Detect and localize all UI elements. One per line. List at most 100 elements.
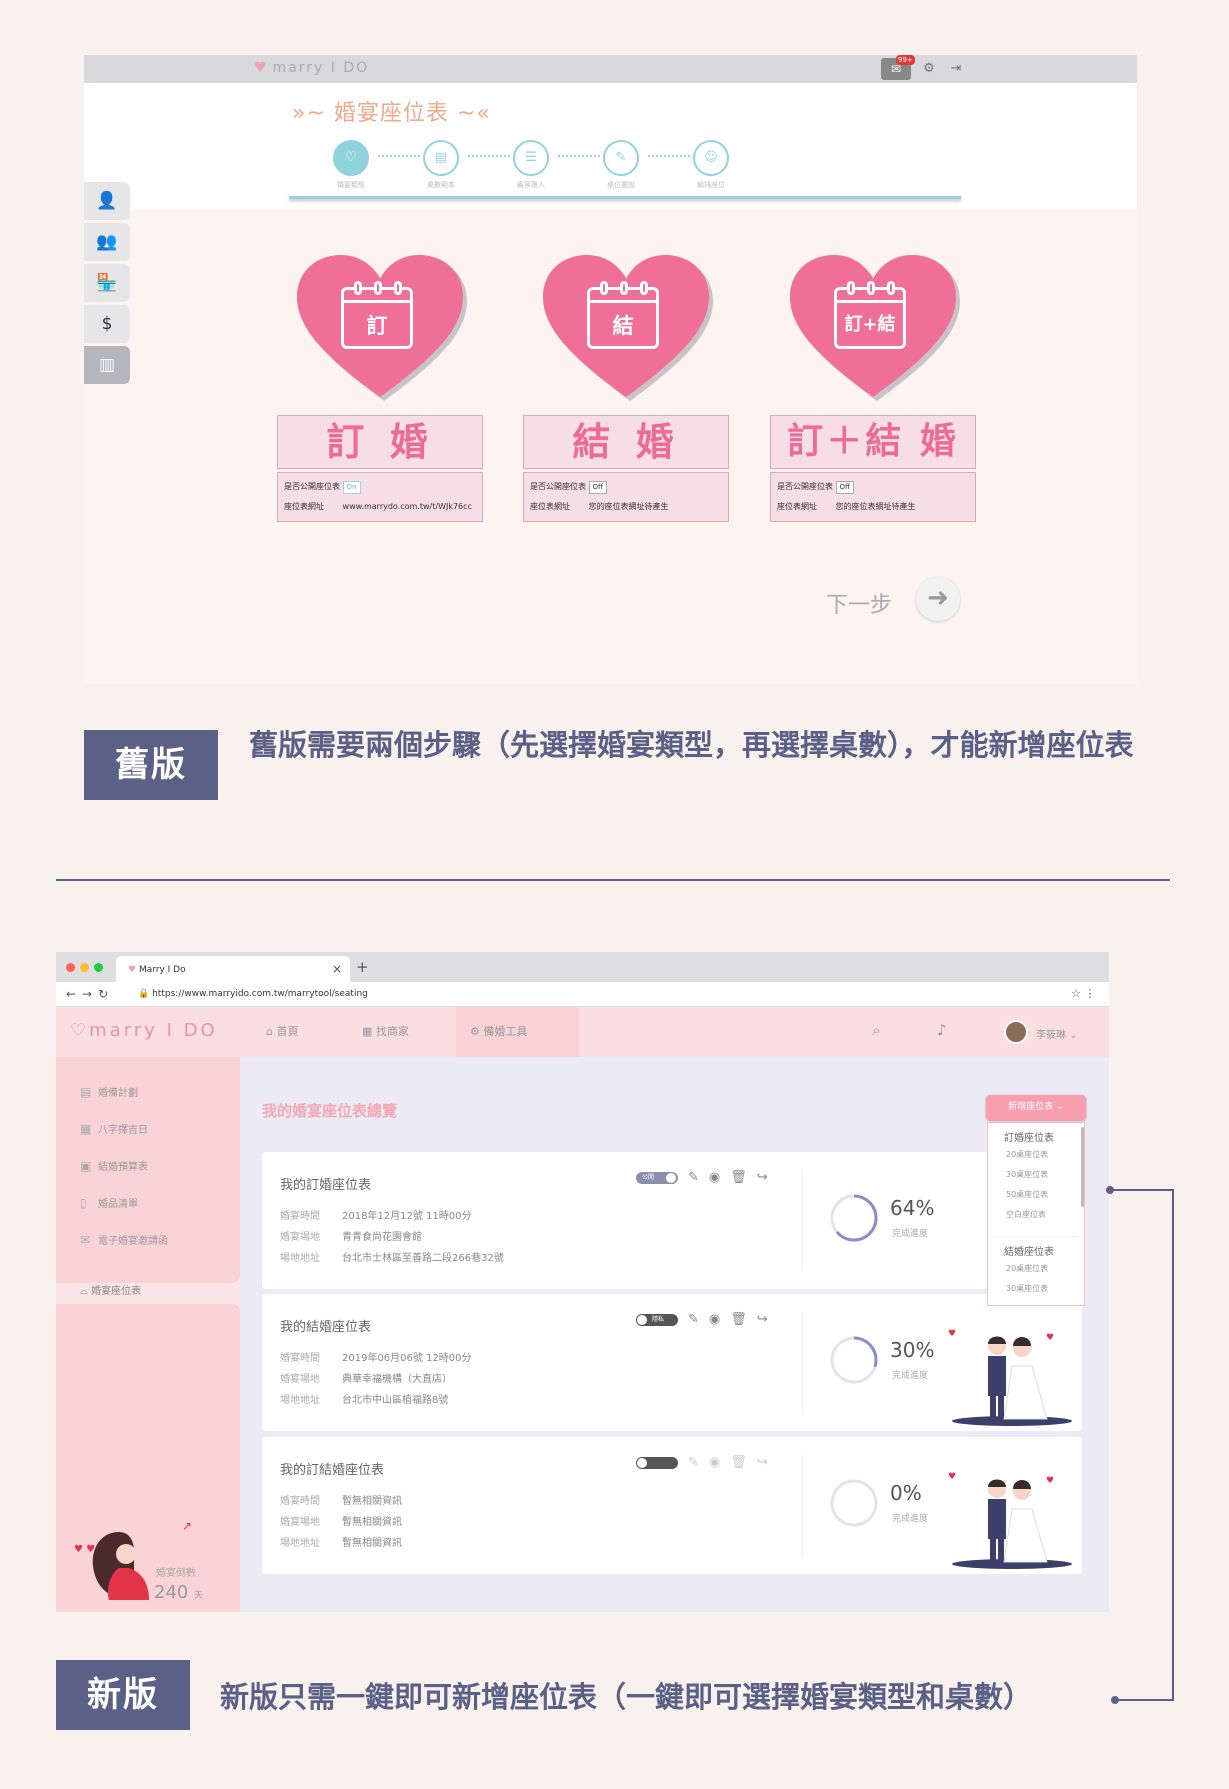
privacy-toggle[interactable] — [636, 1457, 678, 1469]
seating-card[interactable]: 我的結婚座位表 隱私 ✎◉🗑↪ 婚宴時間 2019年06月06號 12時00分 婚… — [262, 1294, 1082, 1431]
sidebar-item-seating[interactable]: ⌓ 婚宴座位表 — [80, 1282, 141, 1297]
public-toggle[interactable]: Off — [588, 481, 607, 494]
public-toggle[interactable]: Off — [835, 481, 854, 494]
logout-icon[interactable]: ⇥ — [946, 59, 966, 79]
card-title: 我的訂結婚座位表 — [280, 1463, 385, 1478]
users-icon[interactable]: 👥 — [84, 223, 130, 261]
heart-icon: ♥ — [128, 965, 137, 975]
chair-icon: ⌓ — [80, 1286, 88, 1297]
money-bag-icon[interactable]: $ — [84, 305, 130, 343]
card-time-row: 婚宴時間 暫無相關資訊 — [280, 1496, 402, 1507]
dropdown-item[interactable]: 50桌座位表 — [988, 1185, 1084, 1205]
svg-text:♥: ♥ — [1046, 1333, 1054, 1343]
add-seating-button[interactable]: 新增座位表 ⌄ — [986, 1095, 1086, 1120]
step-4-icon[interactable]: ✎ — [603, 140, 639, 176]
clipboard-icon[interactable]: ▥ — [84, 346, 130, 384]
wedding-heart-button[interactable]: 結 — [537, 251, 715, 401]
search-icon[interactable]: ⌕ — [872, 1021, 880, 1039]
card-actions[interactable]: ✎◉🗑↪ — [688, 1455, 778, 1470]
card-venue-row: 婚宴場地 青青食尚花園會館 — [280, 1232, 422, 1243]
chevron-down-icon: ⌄ — [1069, 1030, 1078, 1041]
bell-icon[interactable]: ♪ — [937, 1021, 947, 1039]
share-icon[interactable]: ↪ — [757, 1455, 778, 1470]
seating-url[interactable]: www.marrydo.com.tw/t/WJk76cc — [343, 497, 472, 517]
edit-icon[interactable]: ✎ — [688, 1170, 709, 1185]
shop-icon[interactable]: 🏪 — [84, 264, 130, 302]
nav-home[interactable]: ⌂ 首頁 — [252, 1007, 312, 1057]
arrow-right-icon[interactable]: ➜ — [916, 577, 960, 621]
nav-vendor[interactable]: ▦ 找商家 — [348, 1007, 423, 1057]
sidebar-item-date[interactable]: ▦ 八字擇吉日 — [80, 1119, 148, 1139]
dropdown-item[interactable]: 20桌座位表 — [988, 1145, 1084, 1165]
envelope-icon: ✉ — [80, 1233, 91, 1247]
eye-icon[interactable]: ◉ — [709, 1455, 730, 1470]
gear-icon[interactable]: ⚙ — [919, 59, 939, 79]
old-logo[interactable]: ♥ marry I DO — [254, 60, 369, 76]
card-actions[interactable]: ✎◉🗑↪ — [688, 1312, 778, 1327]
sidebar-item-budget[interactable]: ▣ 結婚預算表 — [80, 1156, 148, 1176]
seating-url: 您的座位表網址待產生 — [588, 502, 669, 511]
calendar-icon: 結 — [587, 281, 659, 349]
trash-icon[interactable]: 🗑 — [730, 1170, 757, 1185]
card-actions[interactable]: ✎◉🗑↪ — [688, 1170, 778, 1185]
countdown-label: 婚宴倒數 — [156, 1568, 196, 1579]
browser-tab[interactable]: ♥ Marry I Do × — [116, 956, 350, 982]
trash-icon[interactable]: 🗑 — [730, 1455, 757, 1470]
close-tab-icon[interactable]: × — [332, 962, 342, 976]
share-icon[interactable]: ↪ — [757, 1312, 778, 1327]
minimize-window-dot[interactable] — [80, 963, 89, 972]
sidebar-item-invite[interactable]: ✉ 電子婚宴邀請函 — [80, 1230, 168, 1250]
step-1-icon[interactable]: ♡ — [333, 140, 369, 176]
sidebar-item-list[interactable]: ▯ 婚品清單 — [80, 1193, 138, 1213]
new-tab-icon[interactable]: + — [356, 958, 369, 976]
privacy-toggle[interactable]: 公開 — [636, 1172, 678, 1184]
share-icon[interactable]: ↪ — [757, 1170, 778, 1185]
dropdown-item[interactable]: 20桌座位表 — [988, 1259, 1084, 1279]
calendar-icon: ▦ — [80, 1122, 92, 1136]
card-address-row: 場地地址 台北市士林區至善路二段266巷32號 — [280, 1253, 504, 1264]
step-underline — [289, 196, 961, 199]
progress-label: 完成進度 — [892, 1371, 929, 1381]
step-2-icon[interactable]: ▤ — [423, 140, 459, 176]
engagement-wedding-type-label[interactable]: 訂＋結 婚 — [770, 415, 976, 469]
engagement-type-label[interactable]: 訂 婚 — [277, 415, 483, 469]
next-step-label[interactable]: 下一步 — [826, 587, 892, 619]
eye-icon[interactable]: ◉ — [709, 1170, 730, 1185]
edit-icon[interactable]: ✎ — [688, 1455, 709, 1470]
section-divider — [56, 879, 1170, 881]
logo[interactable]: ♡marry I DO — [70, 1020, 218, 1041]
public-toggle[interactable]: On — [342, 481, 361, 494]
seating-card[interactable]: 我的訂結婚座位表 ✎◉🗑↪ 婚宴時間 暫無相關資訊 婚宴場地 暫無相關資訊 場地地址… — [262, 1437, 1082, 1574]
engagement-wedding-heart-button[interactable]: 訂+結 — [784, 251, 962, 401]
step-3-icon[interactable]: ☰ — [513, 140, 549, 176]
privacy-toggle[interactable]: 隱私 — [636, 1314, 678, 1326]
dropdown-item[interactable]: 空白座位表 — [988, 1205, 1084, 1225]
svg-text:♥ ♥: ♥ ♥ — [74, 1544, 95, 1555]
close-window-dot[interactable] — [66, 963, 75, 972]
engagement-heart-button[interactable]: 訂 — [291, 251, 469, 401]
old-topbar — [84, 55, 1137, 83]
dropdown-scrollbar[interactable] — [1081, 1127, 1084, 1207]
svg-text:↗: ↗ — [182, 1519, 192, 1533]
user-menu[interactable]: 李筱琳 ⌄ — [1036, 1026, 1078, 1041]
dropdown-item[interactable]: 30桌座位表 — [988, 1165, 1084, 1185]
user-icon[interactable]: 👤 — [84, 182, 130, 220]
eye-icon[interactable]: ◉ — [709, 1312, 730, 1327]
edit-icon[interactable]: ✎ — [688, 1312, 709, 1327]
trash-icon[interactable]: 🗑 — [730, 1312, 757, 1327]
connector-line — [1172, 1189, 1174, 1701]
nav-tools[interactable]: ⚙ 備婚工具 — [456, 1007, 579, 1057]
maximize-window-dot[interactable] — [94, 963, 103, 972]
card-venue-row: 婚宴場地 典華幸福機構（大直店） — [280, 1374, 452, 1385]
avatar[interactable] — [1004, 1020, 1028, 1044]
progress-percent: 64% — [890, 1196, 935, 1220]
wedding-type-label[interactable]: 結 婚 — [523, 415, 729, 469]
seating-card[interactable]: 我的訂婚座位表 公開 ✎◉🗑↪ 婚宴時間 2018年12月12號 11時00分 婚… — [262, 1152, 1082, 1289]
bookmark-star-icon[interactable]: ☆ ⋮ — [1071, 987, 1095, 1000]
step-5-icon[interactable]: ☺ — [693, 140, 729, 176]
browser-nav-icons[interactable]: ←→↻ — [66, 987, 114, 1001]
dropdown-item[interactable]: 30桌座位表 — [988, 1279, 1084, 1299]
url-field[interactable]: 🔒 https://www.marryido.com.tw/marrytool/… — [138, 986, 1078, 1003]
old-page-title: »~ 婚宴座位表 ~« — [292, 101, 491, 126]
sidebar-item-plan[interactable]: ▤ 婚備計劃 — [80, 1082, 138, 1102]
